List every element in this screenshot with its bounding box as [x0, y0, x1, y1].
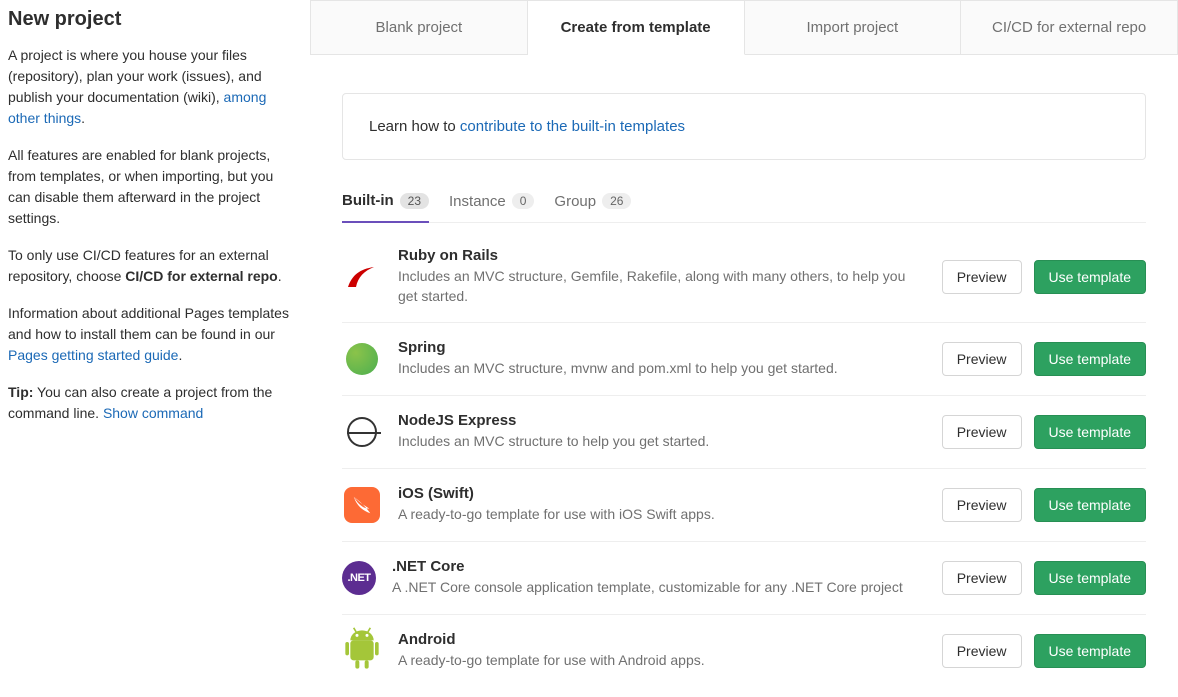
group-count-badge: 26	[602, 193, 631, 209]
tab-import-project[interactable]: Import project	[745, 0, 962, 54]
template-description: Includes an MVC structure, Gemfile, Rake…	[398, 267, 926, 306]
spring-icon	[342, 339, 382, 379]
preview-button[interactable]: Preview	[942, 634, 1022, 668]
contribute-templates-link[interactable]: contribute to the built-in templates	[460, 118, 685, 135]
tab-blank-project[interactable]: Blank project	[310, 0, 528, 54]
use-template-button[interactable]: Use template	[1034, 260, 1146, 294]
use-template-button[interactable]: Use template	[1034, 561, 1146, 595]
preview-button[interactable]: Preview	[942, 342, 1022, 376]
pages-guide-link[interactable]: Pages getting started guide	[8, 347, 178, 363]
main-panel: Blank project Create from template Impor…	[310, 0, 1178, 697]
template-description: A ready-to-go template for use with Andr…	[398, 651, 926, 671]
template-row: Spring Includes an MVC structure, mvnw an…	[342, 323, 1146, 396]
filter-tab-builtin[interactable]: Built-in 23	[342, 192, 429, 223]
contribute-info-box: Learn how to contribute to the built-in …	[342, 93, 1146, 160]
builtin-count-badge: 23	[400, 193, 429, 209]
preview-button[interactable]: Preview	[942, 260, 1022, 294]
template-title: Spring	[398, 339, 926, 356]
sidebar-paragraph: Tip: You can also create a project from …	[8, 382, 290, 424]
template-row: Android A ready-to-go template for use wi…	[342, 615, 1146, 687]
tab-cicd-external[interactable]: CI/CD for external repo	[961, 0, 1178, 54]
sidebar-paragraph: A project is where you house your files …	[8, 45, 290, 129]
project-type-tabs: Blank project Create from template Impor…	[310, 0, 1178, 55]
template-title: .NET Core	[392, 558, 926, 575]
nodejs-icon	[342, 412, 382, 452]
sidebar-paragraph: To only use CI/CD features for an extern…	[8, 245, 290, 287]
preview-button[interactable]: Preview	[942, 415, 1022, 449]
template-description: A ready-to-go template for use with iOS …	[398, 505, 926, 525]
tab-create-from-template[interactable]: Create from template	[528, 0, 745, 55]
sidebar: New project A project is where you house…	[0, 0, 310, 697]
filter-tab-instance[interactable]: Instance 0	[449, 192, 534, 222]
swift-icon	[342, 485, 382, 525]
use-template-button[interactable]: Use template	[1034, 342, 1146, 376]
template-row: NodeJS Express Includes an MVC structure …	[342, 396, 1146, 469]
dotnet-icon: .NET	[342, 561, 376, 595]
template-row: iOS (Swift) A ready-to-go template for us…	[342, 469, 1146, 542]
template-description: A .NET Core console application template…	[392, 578, 926, 598]
template-scope-tabs: Built-in 23 Instance 0 Group 26	[342, 192, 1146, 223]
template-description: Includes an MVC structure, mvnw and pom.…	[398, 359, 926, 379]
template-title: iOS (Swift)	[398, 485, 926, 502]
preview-button[interactable]: Preview	[942, 561, 1022, 595]
android-icon	[342, 631, 382, 671]
page-title: New project	[8, 8, 290, 31]
template-description: Includes an MVC structure to help you ge…	[398, 432, 926, 452]
use-template-button[interactable]: Use template	[1034, 634, 1146, 668]
template-title: Android	[398, 631, 926, 648]
template-row: .NET .NET Core A .NET Core console applica…	[342, 542, 1146, 615]
show-command-link[interactable]: Show command	[103, 405, 203, 421]
use-template-button[interactable]: Use template	[1034, 415, 1146, 449]
sidebar-paragraph: Information about additional Pages templ…	[8, 303, 290, 366]
sidebar-paragraph: All features are enabled for blank proje…	[8, 145, 290, 229]
template-list: Ruby on Rails Includes an MVC structure, …	[342, 231, 1146, 687]
rails-icon	[342, 257, 382, 297]
instance-count-badge: 0	[512, 193, 535, 209]
template-title: Ruby on Rails	[398, 247, 926, 264]
preview-button[interactable]: Preview	[942, 488, 1022, 522]
filter-tab-group[interactable]: Group 26	[554, 192, 631, 222]
template-title: NodeJS Express	[398, 412, 926, 429]
template-row: Ruby on Rails Includes an MVC structure, …	[342, 231, 1146, 323]
use-template-button[interactable]: Use template	[1034, 488, 1146, 522]
